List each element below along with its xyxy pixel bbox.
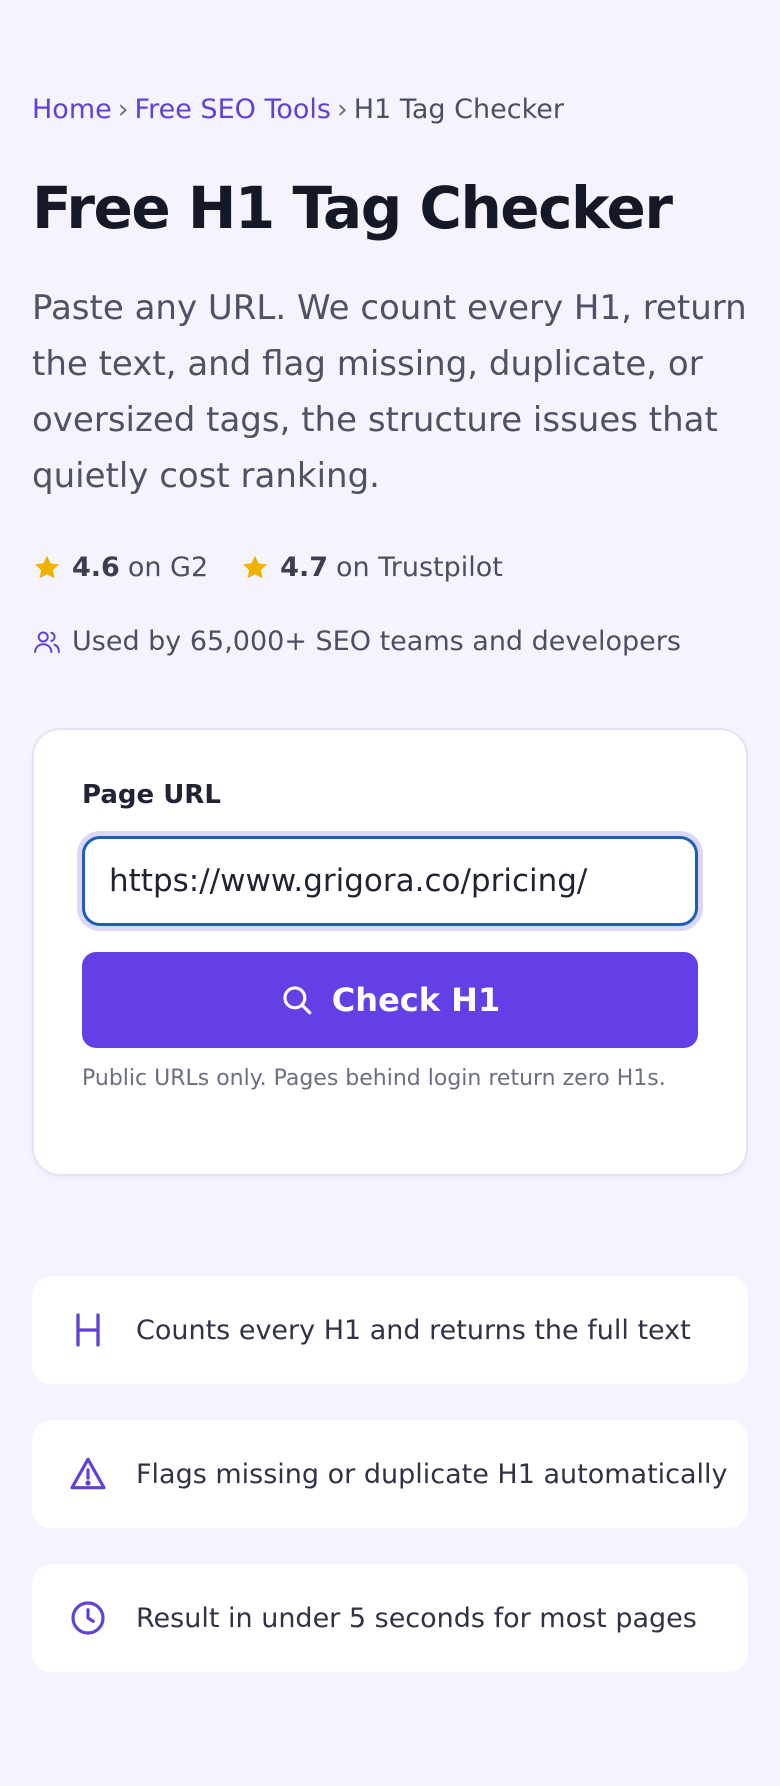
feature-text: Flags missing or duplicate H1 automatica… (136, 1458, 728, 1490)
social-proof-text: Used by 65,000+ SEO teams and developers (72, 626, 681, 657)
page-description: Paste any URL. We count every H1, return… (32, 288, 747, 496)
feature-text: Result in under 5 seconds for most pages (136, 1602, 697, 1634)
breadcrumb: Home › Free SEO Tools › H1 Tag Checker (32, 92, 564, 128)
breadcrumb-tools-link[interactable]: Free SEO Tools (135, 94, 331, 125)
breadcrumb-home-link[interactable]: Home (32, 94, 112, 125)
feature-counts-h1: Counts every H1 and returns the full tex… (32, 1276, 748, 1384)
star-icon (243, 555, 268, 578)
star-icon (35, 555, 59, 578)
feature-speed: Result in under 5 seconds for most pages (32, 1564, 748, 1672)
url-input[interactable] (82, 836, 698, 926)
feature-flags-missing: Flags missing or duplicate H1 automatica… (32, 1420, 748, 1528)
page-title: Free H1 Tag Checker (32, 174, 673, 242)
rating-score: 4.6 (72, 552, 120, 583)
social-proof: Used by 65,000+ SEO teams and developers (32, 626, 681, 657)
rating-g2: 4.6 on G2 (32, 552, 208, 583)
form-note: Public URLs only. Pages behind login ret… (82, 1066, 666, 1091)
ratings-row: 4.6 on G2 4.7 on Trustpilot (32, 552, 535, 583)
warning-icon (66, 1452, 110, 1496)
breadcrumb-separator: › (117, 94, 129, 125)
clock-icon (66, 1596, 110, 1640)
rating-source: on G2 (127, 552, 209, 583)
check-h1-button[interactable]: Check H1 (82, 952, 698, 1048)
url-field-label: Page URL (82, 780, 221, 810)
check-h1-button-label: Check H1 (331, 981, 501, 1019)
search-icon (283, 986, 312, 1015)
users-icon (34, 631, 60, 653)
rating-score: 4.7 (280, 552, 329, 583)
feature-text: Counts every H1 and returns the full tex… (136, 1314, 691, 1346)
url-check-card: Page URL Check H1 Public URLs only. Page… (32, 728, 748, 1176)
breadcrumb-separator: › (336, 94, 348, 125)
heading-icon (66, 1308, 110, 1352)
rating-source: on Trustpilot (336, 552, 503, 583)
rating-trustpilot: 4.7 on Trustpilot (240, 552, 503, 583)
breadcrumb-current: H1 Tag Checker (353, 94, 564, 125)
